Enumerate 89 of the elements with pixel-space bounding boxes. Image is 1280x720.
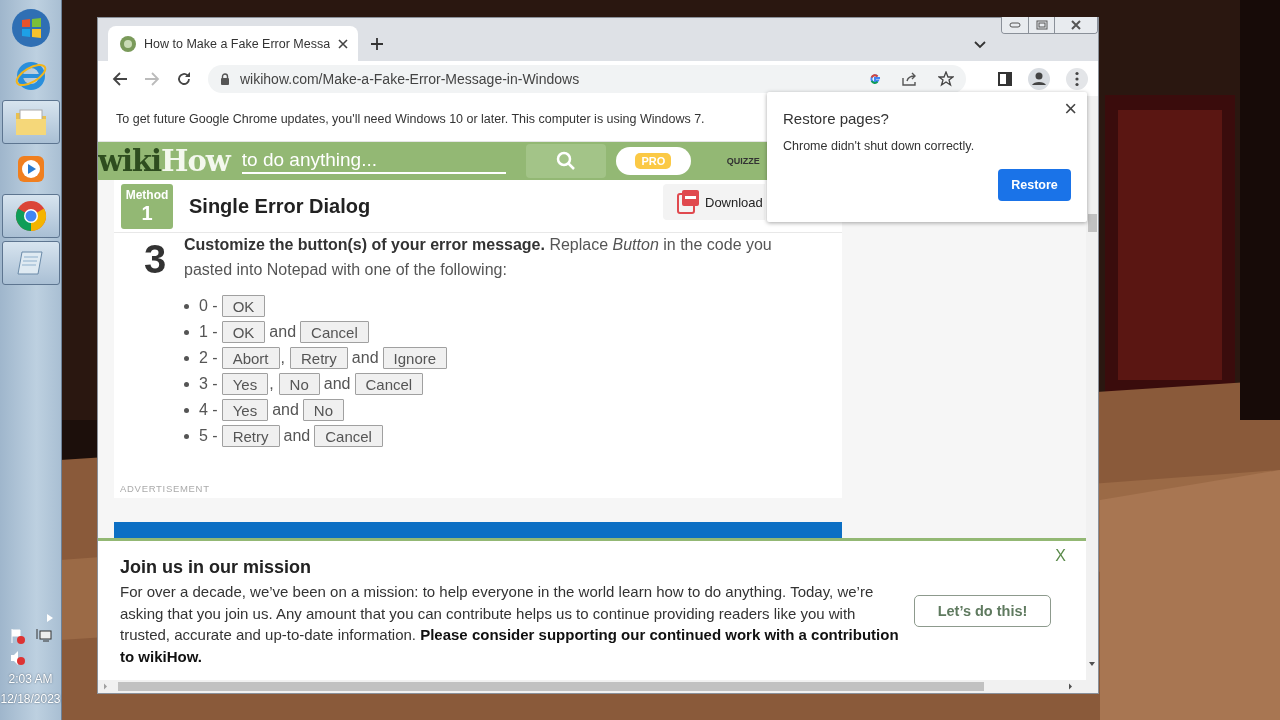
side-panel-icon[interactable] [998,71,1012,86]
bullet [184,303,189,309]
play-icon [15,154,46,184]
pdf-icon [677,190,699,214]
sample-button[interactable]: Cancel [314,425,383,447]
restore-button[interactable]: Restore [998,169,1071,201]
close-button[interactable]: X [1055,547,1066,565]
ad-label: ADVERTISEMENT [120,483,211,494]
taskbar-button[interactable] [1,241,60,285]
list-text: and [323,375,351,393]
speaker-icon[interactable] [10,650,27,666]
address-bar[interactable]: wikihow.com/Make-a-Fake-Error-Message-in-Windows [208,64,966,93]
horizontal-scrollbar[interactable] [98,680,1098,693]
notepad-icon [15,248,46,278]
list-text: and [283,427,311,445]
bullet [184,355,189,361]
vertical-scrollbar[interactable] [1086,96,1098,680]
sample-button[interactable]: Yes [221,399,269,421]
browser-tab[interactable]: How to Make a Fake Error Messa [108,26,358,61]
close-button[interactable] [1054,17,1097,33]
url-text: wikihow.com/Make-a-Fake-Error-Message-in-Windows [240,70,581,87]
bullet [184,329,189,335]
tab-title: How to Make a Fake Error Messa [144,36,330,51]
sample-button[interactable]: Retry [221,425,280,447]
update-notice: To get future Google Chrome updates, you'll need Windows 10 or later. This computer is using Windows 7. [116,111,705,126]
download-button[interactable]: Download [663,184,765,220]
list-text: , [280,349,285,367]
mission-text: For over a decade, we’ve been on a mission: to help everyone in the world learn how to do anything. Today, we’re asking that you join us. Any amount that you can contribute helps us to continue providing readers like you with trusted, accurate and up-to-date information. Please consider supporting our continued work with a contribution to wikiHow. [120,582,900,667]
flag-icon[interactable] [9,628,26,644]
donate-button[interactable]: Let’s do this! [914,595,1051,627]
network-icon[interactable] [35,628,52,644]
sample-button[interactable]: No [278,373,320,395]
button-code: 4 - [199,401,218,419]
step-text: Customize the button(s) of your error message. Replace Button in the code you pasted into Notepad with one of the following: [184,235,773,280]
lock-icon [220,72,230,85]
folder-icon [13,107,48,137]
popup-message: Chrome didn't shut down correctly. [783,139,976,153]
close-button[interactable]: × [1064,96,1077,122]
restore-icon [1035,20,1048,30]
search-icon [555,151,576,171]
bullet [184,407,189,413]
button-code: 3 - [199,375,218,393]
wikihow-logo[interactable]: wikiHow [98,142,230,180]
list-text: and [351,349,379,367]
clock-time: 2:03 AM [8,672,53,686]
list-text: and [269,323,297,341]
bullet [184,381,189,387]
menu-icon[interactable] [1066,67,1088,90]
sample-button[interactable]: No [302,399,345,421]
site-favicon [120,35,136,52]
button-code: 1 - [199,323,218,341]
close-icon [1070,20,1082,30]
method-title: Single Error Dialog [189,194,372,218]
star-icon[interactable] [938,70,954,87]
windows-logo-icon [10,8,51,48]
sample-button[interactable]: OK [221,295,266,317]
bullet [184,433,189,439]
button-code: 2 - [199,349,218,367]
clock-date: 12/18/2023 [0,692,61,706]
step-number: 3 [144,236,168,283]
list-text: , [269,375,274,393]
sample-button[interactable]: Cancel [300,321,369,343]
profile-icon[interactable] [1028,67,1050,90]
mission-title: Join us in our mission [120,557,313,578]
sample-button[interactable]: OK [221,321,266,343]
google-logo-icon[interactable] [868,71,882,86]
button-code: 5 - [199,427,218,445]
chevron-down-icon[interactable] [974,41,986,49]
minimize-button[interactable] [1002,17,1028,33]
popup-title: Restore pages? [783,110,890,127]
sample-button[interactable]: Cancel [354,373,424,395]
sample-button[interactable]: Ignore [382,347,448,369]
sample-button[interactable]: Abort [221,347,280,369]
reload-icon[interactable] [176,70,192,87]
chrome-icon [14,200,47,232]
maximize-button[interactable] [1028,17,1054,33]
back-icon[interactable] [112,70,128,87]
taskbar-button[interactable] [1,100,60,144]
button-code: 0 - [199,297,218,315]
share-icon[interactable] [902,71,918,86]
method-badge: Method 1 [121,183,173,229]
taskbar-button[interactable] [1,194,60,238]
sample-button[interactable]: Retry [290,347,348,369]
sample-button[interactable]: Yes [221,373,269,395]
list-text: and [272,401,299,419]
close-icon[interactable] [338,38,348,49]
nav-link[interactable]: QUIZZE [726,156,760,166]
new-tab-icon[interactable] [370,37,384,51]
minimize-icon [1009,22,1021,28]
